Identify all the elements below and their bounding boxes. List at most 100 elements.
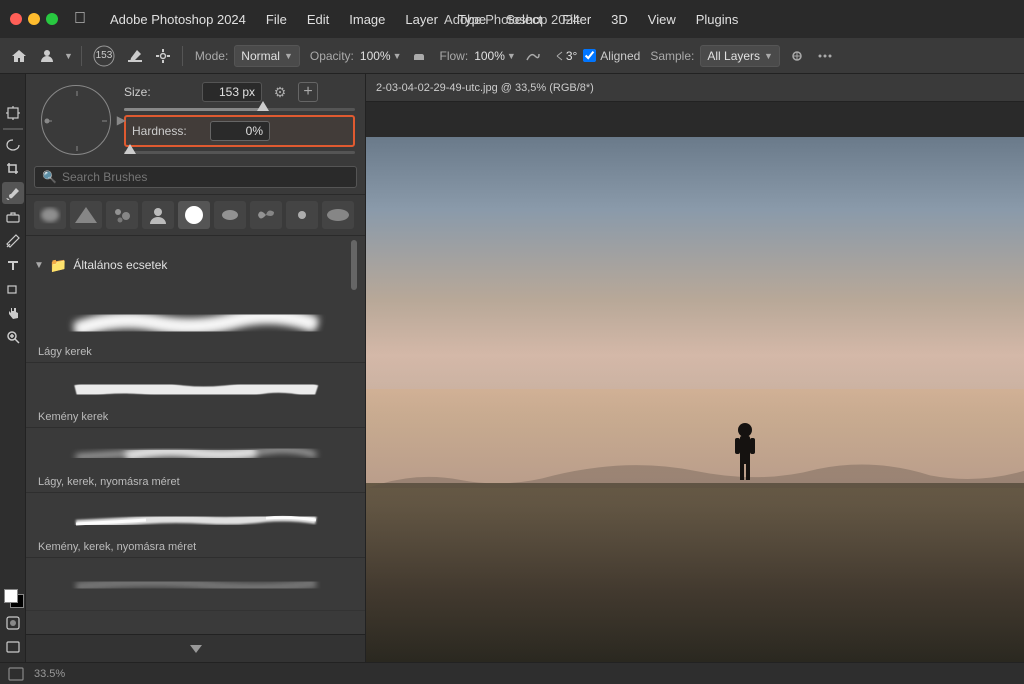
size-slider[interactable] xyxy=(124,108,355,111)
brush-type-round-filled[interactable] xyxy=(178,201,210,229)
brush-params-right: Size: 153 px ⚙ + Hardness: 0% xyxy=(124,80,355,154)
brush-size-display[interactable]: 153 xyxy=(90,45,118,67)
brush-label-kemeny-kerek: Kemény kerek xyxy=(36,411,355,423)
brush-type-oval[interactable] xyxy=(322,201,354,229)
hardness-slider-thumb[interactable] xyxy=(124,144,136,154)
brush-item-lagy-pressure[interactable]: Lágy, kerek, nyomásra méret xyxy=(26,428,365,493)
user-icon[interactable] xyxy=(36,45,58,67)
size-slider-fill xyxy=(124,108,263,111)
mode-dropdown[interactable]: Normal ▼ xyxy=(234,45,300,67)
menu-bar:  Adobe Photoshop 2024 File Edit Image L… xyxy=(0,0,1024,38)
menu-photoshop[interactable]: Adobe Photoshop 2024 xyxy=(100,8,256,31)
airbrush-icon[interactable] xyxy=(408,45,430,67)
lasso-tool[interactable] xyxy=(2,134,24,156)
menu-file[interactable]: File xyxy=(256,8,297,31)
hand-tool[interactable] xyxy=(2,302,24,324)
opacity-label: Opacity: xyxy=(310,49,354,63)
brush-type-rough[interactable] xyxy=(214,201,246,229)
screen-mode-icon[interactable] xyxy=(2,636,24,658)
search-input[interactable] xyxy=(62,170,349,184)
apple-icon[interactable]:  xyxy=(74,10,86,28)
menu-image[interactable]: Image xyxy=(339,8,395,31)
brush-type-triangle[interactable] xyxy=(70,201,102,229)
canvas-image xyxy=(366,102,1024,662)
foreground-color[interactable] xyxy=(2,588,24,610)
scroll-down-indicator[interactable] xyxy=(190,645,202,653)
aligned-check[interactable] xyxy=(583,49,596,62)
shape-tool[interactable] xyxy=(2,278,24,300)
edit-brush-icon[interactable] xyxy=(124,45,146,67)
brush-type-fan[interactable] xyxy=(250,201,282,229)
brush-stroke-preview-lagy xyxy=(36,304,355,344)
canvas-area: 2-03-04-02-29-49-utc.jpg @ 33,5% (RGB/8*… xyxy=(366,74,1024,662)
brush-tool[interactable] xyxy=(2,182,24,204)
sample-value: All Layers xyxy=(707,49,760,63)
close-button[interactable] xyxy=(10,13,22,25)
size-slider-track xyxy=(124,108,355,111)
hardness-value-box[interactable]: 0% xyxy=(210,121,270,141)
size-value-box[interactable]: 153 px xyxy=(202,82,262,102)
brush-item-kemeny-pressure[interactable]: Kemény, kerek, nyomásra méret xyxy=(26,493,365,558)
brush-panel: ▶ Size: 153 px ⚙ + xyxy=(26,74,366,662)
search-icon: 🔍 xyxy=(42,170,57,184)
screen-mode-status[interactable] xyxy=(8,666,24,682)
window-controls[interactable] xyxy=(10,13,64,25)
opacity-value: 100% xyxy=(360,49,391,63)
options-toolbar: ▼ 153 Mode: Normal ▼ Opacity: 100% ▼ Flo… xyxy=(0,38,1024,74)
menu-edit[interactable]: Edit xyxy=(297,8,339,31)
brush-item-extra[interactable] xyxy=(26,558,365,611)
canvas-tab[interactable]: 2-03-04-02-29-49-utc.jpg @ 33,5% (RGB/8*… xyxy=(366,74,1024,102)
category-expand-arrow: ▼ xyxy=(34,260,44,271)
brush-item-kemeny-kerek[interactable]: Kemény kerek xyxy=(26,363,365,428)
brush-category-general[interactable]: ▼ 📁 Általános ecsetek xyxy=(26,236,365,294)
aligned-checkbox[interactable]: Aligned xyxy=(583,49,640,63)
brush-stroke-preview-extra xyxy=(36,564,355,604)
artboard-tool[interactable] xyxy=(2,102,24,124)
sample-dropdown[interactable]: All Layers ▼ xyxy=(700,45,780,67)
minimize-button[interactable] xyxy=(28,13,40,25)
more-icon[interactable] xyxy=(814,45,836,67)
hardness-label: Hardness: xyxy=(132,124,202,138)
brush-settings-icon[interactable] xyxy=(152,45,174,67)
brush-type-user[interactable] xyxy=(142,201,174,229)
zoom-tool[interactable] xyxy=(2,326,24,348)
brush-circle-preview: ▶ xyxy=(36,80,116,160)
mode-dropdown-arrow: ▼ xyxy=(284,51,293,61)
canvas-dark-top xyxy=(366,102,1024,137)
sample-current-icon[interactable] xyxy=(786,45,808,67)
brush-label-lagy-kerek: Lágy kerek xyxy=(36,346,355,358)
mode-value: Normal xyxy=(241,49,280,63)
left-toolbox xyxy=(0,74,26,662)
brush-type-round-soft[interactable] xyxy=(34,201,66,229)
sample-label: Sample: xyxy=(650,49,694,63)
search-input-wrapper: 🔍 xyxy=(34,166,357,188)
smoothing-icon[interactable] xyxy=(522,45,544,67)
add-brush-button[interactable]: + xyxy=(298,82,318,102)
home-icon[interactable] xyxy=(8,45,30,67)
menu-view[interactable]: View xyxy=(638,8,686,31)
brush-search-area: 🔍 xyxy=(26,160,365,195)
menu-3d[interactable]: 3D xyxy=(601,8,638,31)
size-slider-thumb[interactable] xyxy=(257,101,269,111)
opacity-value-group: 100% ▼ xyxy=(360,49,402,63)
brush-preview-arrow: ▶ xyxy=(117,113,126,127)
maximize-button[interactable] xyxy=(46,13,58,25)
brush-settings-gear[interactable]: ⚙ xyxy=(270,82,290,102)
brush-type-small[interactable] xyxy=(286,201,318,229)
canvas-content[interactable] xyxy=(366,102,1024,662)
panel-scrollbar-thumb[interactable] xyxy=(351,240,357,290)
person-silhouette xyxy=(734,420,756,483)
hardness-slider[interactable] xyxy=(124,151,355,154)
pen-tool[interactable] xyxy=(2,230,24,252)
text-tool[interactable] xyxy=(2,254,24,276)
brush-stroke-preview-lagy-pressure xyxy=(36,434,355,474)
brush-type-splatter[interactable] xyxy=(106,201,138,229)
eraser-tool[interactable] xyxy=(2,206,24,228)
menu-layer[interactable]: Layer xyxy=(395,8,448,31)
quick-mask-icon[interactable] xyxy=(2,612,24,634)
menu-plugins[interactable]: Plugins xyxy=(686,8,749,31)
crop-tool[interactable] xyxy=(2,158,24,180)
user-dropdown-arrow[interactable]: ▼ xyxy=(64,51,73,61)
move-tool[interactable] xyxy=(2,78,24,100)
brush-item-lagy-kerek[interactable]: Lágy kerek xyxy=(26,298,365,363)
